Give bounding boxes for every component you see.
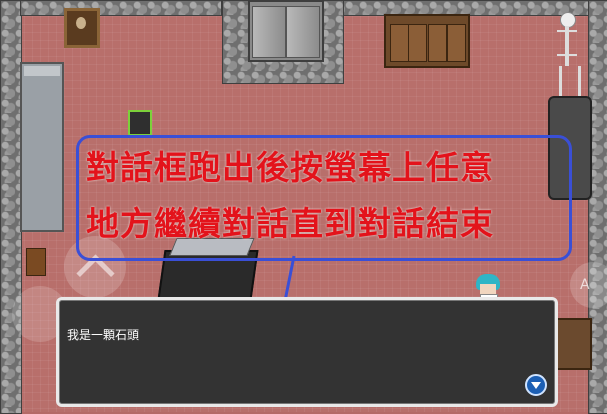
- dialog-box[interactable]: 我是一顆石頭: [56, 297, 558, 407]
- elevator-door-right: [286, 6, 320, 58]
- annotation-line-1: 對話框跑出後按螢幕上任意: [86, 148, 494, 187]
- green-monitor-icon: [128, 110, 152, 136]
- character-face: [480, 284, 496, 294]
- skeleton-ribs: [557, 30, 577, 56]
- dialog-text: 我是一顆石頭: [67, 328, 140, 342]
- cabinet-drawer: [447, 24, 466, 62]
- chevron-down-icon[interactable]: [525, 374, 547, 396]
- cabinet-drawer: [408, 24, 427, 62]
- wooden-cabinet: [384, 14, 470, 68]
- metal-counter: [20, 62, 64, 232]
- skeleton-display: [552, 12, 582, 102]
- stone-wall-left: [0, 0, 22, 414]
- skeleton-legs: [559, 66, 581, 100]
- wall-portrait: [64, 8, 100, 48]
- annotation-line-2: 地方繼續對話直到對話結束: [86, 204, 494, 243]
- elevator-door-left: [252, 6, 286, 58]
- elevator-doors: [248, 0, 324, 62]
- cabinet-drawer: [390, 24, 409, 62]
- cabinet-drawer: [428, 24, 447, 62]
- annotation-text: 對話框跑出後按螢幕上任意 地方繼續對話直到對話結束: [86, 140, 564, 252]
- wooden-chair: [26, 248, 46, 276]
- stone-wall-top: [20, 0, 222, 16]
- game-scene[interactable]: A 對話框跑出後按螢幕上任意 地方繼續對話直到對話結束 我是一顆石頭: [0, 0, 607, 414]
